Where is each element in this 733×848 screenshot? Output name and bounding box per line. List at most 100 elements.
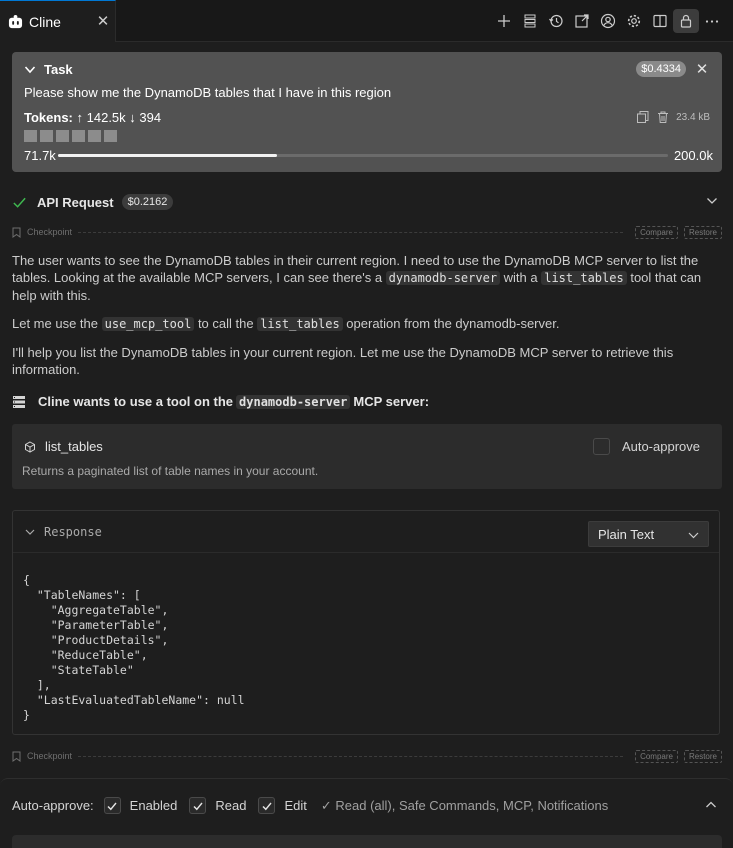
checkpoint-markers bbox=[24, 130, 117, 142]
tokens-in: ↑ 142.5k bbox=[76, 110, 126, 125]
response-body: { "TableNames": [ "AggregateTable", "Par… bbox=[23, 573, 245, 722]
checkpoint-divider bbox=[78, 231, 624, 233]
tool-card: list_tables Returns a paginated list of … bbox=[12, 424, 722, 489]
tokens-label: Tokens: bbox=[24, 110, 73, 125]
checkpoint-marker[interactable] bbox=[40, 130, 53, 142]
more-icon[interactable] bbox=[699, 9, 725, 33]
checkpoint-divider bbox=[78, 755, 624, 757]
cube-icon bbox=[25, 440, 35, 453]
account-icon[interactable] bbox=[595, 9, 621, 33]
server-icon[interactable] bbox=[517, 9, 543, 33]
chevron-up-icon[interactable] bbox=[705, 799, 717, 811]
auto-approve-panel[interactable]: Auto-approve: Enabled Read Edit ✓ Read (… bbox=[0, 778, 733, 828]
checkpoint-label: Checkpoint bbox=[27, 751, 73, 761]
context-progress-bar bbox=[58, 154, 668, 157]
checkpoint-marker[interactable] bbox=[104, 130, 117, 142]
checkpoint-row: Checkpoint Compare Restore bbox=[12, 225, 722, 239]
assistant-message-2: Let me use the use_mcp_tool to call the … bbox=[12, 315, 712, 333]
close-icon[interactable]: ✕ bbox=[95, 12, 111, 30]
enabled-checkbox[interactable] bbox=[103, 797, 121, 814]
checkpoint-marker[interactable] bbox=[88, 130, 101, 142]
check-icon bbox=[107, 802, 117, 810]
message-text: operation from the dynamodb-server. bbox=[342, 316, 560, 331]
checkpoint-row: Checkpoint Compare Restore bbox=[12, 749, 722, 763]
compare-button[interactable]: Compare bbox=[635, 749, 678, 763]
task-panel: Task $0.4334 ✕ Please show me the Dynamo… bbox=[12, 52, 722, 172]
tool-name: list_tables bbox=[45, 439, 103, 454]
response-toggle[interactable]: Response bbox=[25, 525, 102, 539]
read-label: Read bbox=[215, 798, 247, 813]
assistant-message-1: The user wants to see the DynamoDB table… bbox=[12, 252, 712, 304]
response-title: Response bbox=[44, 525, 102, 539]
tool-auto-approve[interactable]: Auto-approve bbox=[592, 438, 700, 455]
message-text: to call the bbox=[194, 316, 258, 331]
context-progress-fill bbox=[58, 154, 277, 157]
checkpoint-label: Checkpoint bbox=[27, 227, 73, 237]
checkpoint-marker[interactable] bbox=[72, 130, 85, 142]
toolbar bbox=[491, 9, 725, 33]
read-toggle[interactable]: Read bbox=[189, 797, 246, 814]
response-header: Response Plain Text bbox=[13, 511, 719, 553]
enabled-toggle[interactable]: Enabled bbox=[103, 797, 177, 814]
popout-icon[interactable] bbox=[569, 9, 595, 33]
title-bar: Cline ✕ bbox=[0, 0, 733, 42]
lock-icon[interactable] bbox=[673, 9, 699, 33]
tab-cline[interactable]: Cline ✕ bbox=[0, 0, 116, 42]
edit-label: Edit bbox=[284, 798, 307, 813]
auto-approve-row: Auto-approve: Enabled Read Edit ✓ Read (… bbox=[12, 797, 608, 814]
plus-icon[interactable] bbox=[491, 9, 517, 33]
task-description: Please show me the DynamoDB tables that … bbox=[24, 85, 392, 100]
api-request-label: API Request bbox=[37, 194, 114, 210]
chevron-down-icon bbox=[25, 529, 35, 535]
close-task-icon[interactable]: ✕ bbox=[694, 60, 710, 78]
trash-icon[interactable] bbox=[656, 110, 670, 124]
task-size: 23.4 kB bbox=[676, 111, 710, 123]
checkpoint-marker[interactable] bbox=[56, 130, 69, 142]
tokens-info: Tokens: ↑ 142.5k ↓ 394 bbox=[24, 110, 161, 125]
message-text: with a bbox=[500, 270, 542, 285]
restore-button[interactable]: Restore bbox=[683, 225, 722, 239]
check-icon bbox=[262, 802, 272, 810]
assistant-message-3: I'll help you list the DynamoDB tables i… bbox=[12, 345, 674, 377]
inline-code: dynamodb-server bbox=[385, 271, 501, 285]
server-name: dynamodb-server bbox=[236, 394, 351, 409]
api-request-row[interactable]: API Request $0.2162 bbox=[12, 192, 722, 212]
auto-approve-label: Auto-approve bbox=[621, 439, 700, 454]
task-cost-badge: $0.4334 bbox=[636, 61, 686, 77]
bookmark-icon bbox=[12, 227, 21, 238]
inline-code: use_mcp_tool bbox=[101, 317, 195, 331]
read-checkbox[interactable] bbox=[189, 797, 207, 814]
chevron-down-icon[interactable] bbox=[706, 195, 718, 207]
restore-button[interactable]: Restore bbox=[683, 749, 722, 763]
server-icon bbox=[13, 395, 25, 408]
tool-suffix: MCP server: bbox=[353, 394, 430, 409]
task-actions: 23.4 kB bbox=[636, 110, 710, 124]
auto-approve-title: Auto-approve: bbox=[12, 798, 94, 813]
split-icon[interactable] bbox=[647, 9, 673, 33]
compare-button[interactable]: Compare bbox=[635, 225, 678, 239]
format-select[interactable]: Plain Text bbox=[588, 521, 709, 547]
context-max: 200.0k bbox=[673, 148, 713, 163]
cline-logo-icon bbox=[8, 14, 23, 29]
tool-name-row: list_tables bbox=[24, 439, 103, 454]
check-icon bbox=[13, 197, 26, 208]
response-panel: Response Plain Text { "TableNames": [ "A… bbox=[12, 510, 720, 735]
auto-approve-summary: ✓ Read (all), Safe Commands, MCP, Notifi… bbox=[320, 797, 609, 813]
settings-icon[interactable] bbox=[621, 9, 647, 33]
checkpoint-marker[interactable] bbox=[24, 130, 37, 142]
chevron-down-icon bbox=[688, 532, 699, 539]
edit-toggle[interactable]: Edit bbox=[258, 797, 307, 814]
chevron-down-icon[interactable] bbox=[24, 64, 36, 76]
edit-checkbox[interactable] bbox=[258, 797, 276, 814]
check-icon bbox=[193, 802, 203, 810]
inline-code: list_tables bbox=[541, 271, 627, 285]
copy-icon[interactable] bbox=[636, 110, 650, 124]
tab-title: Cline bbox=[29, 14, 61, 30]
history-icon[interactable] bbox=[543, 9, 569, 33]
chat-input[interactable] bbox=[12, 835, 722, 848]
context-used: 71.7k bbox=[24, 148, 56, 163]
task-header[interactable]: Task bbox=[24, 62, 73, 77]
auto-approve-checkbox[interactable] bbox=[592, 438, 610, 455]
tool-use-header: Cline wants to use a tool on the dynamod… bbox=[12, 394, 429, 409]
task-label: Task bbox=[44, 62, 73, 77]
